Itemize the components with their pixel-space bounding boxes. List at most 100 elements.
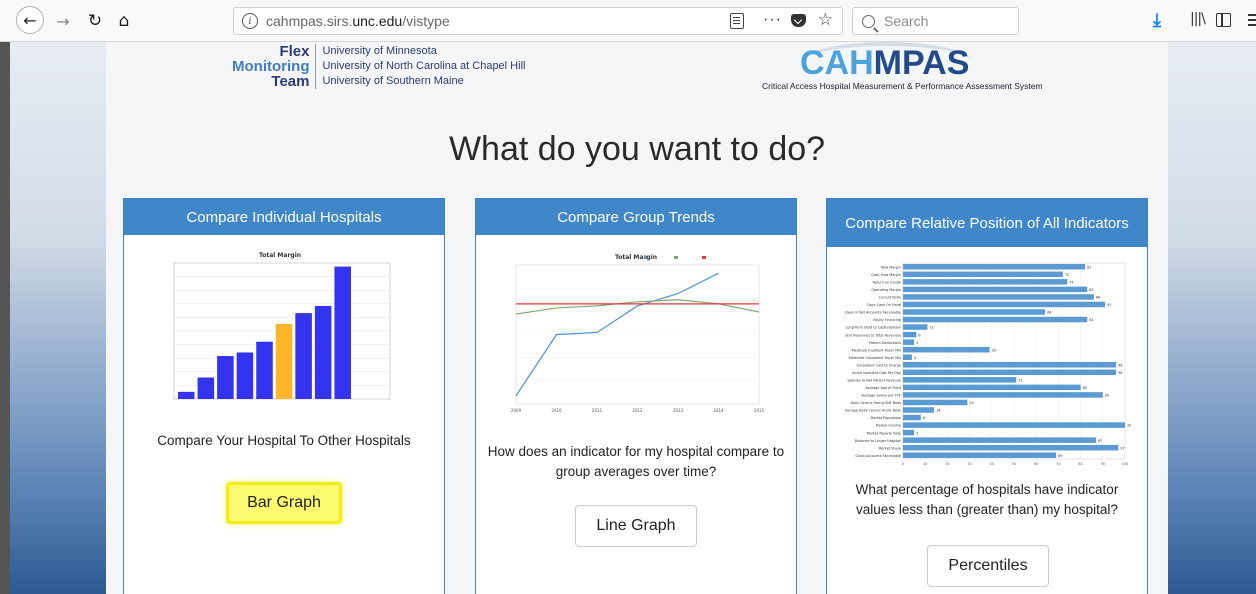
bar (903, 422, 1125, 428)
card-header: Compare Relative Position of All Indicat… (827, 199, 1147, 247)
legend-swatch (644, 256, 647, 259)
x-tick-label: 0 (902, 462, 904, 466)
category-label: Gross Accounts Receivable (855, 454, 901, 458)
bar (236, 352, 254, 399)
background-right (1168, 42, 1256, 594)
reader-view-icon[interactable] (730, 13, 744, 29)
bar-chart: Total Margin (173, 252, 391, 400)
url-bar[interactable]: i cahmpas.sirs.unc.edu/vistype ··· ☆ (233, 7, 843, 35)
data-label: 83 (1089, 318, 1093, 322)
bar-chart-thumbnail[interactable]: Total Margin (164, 249, 404, 417)
category-label: Average Salary per FTE (861, 394, 901, 398)
category-label: Market Income (876, 424, 901, 428)
reload-icon[interactable]: ↻ (84, 8, 106, 34)
data-label: 72 (1065, 273, 1069, 277)
hamburger-menu-icon[interactable] (1248, 14, 1256, 16)
category-label: Equity Financing (873, 318, 901, 322)
url-text[interactable]: cahmpas.sirs.unc.edu/vistype (266, 13, 450, 29)
chart-title: Total Margin (259, 252, 301, 259)
line-chart: Total Margin 2009 2010 2011 2012 2013 2014 2015 (511, 254, 765, 413)
bar (903, 452, 1057, 458)
bar (903, 346, 990, 353)
category-label: Market Poverty Rate (867, 431, 901, 435)
data-label: 96 (1118, 363, 1122, 367)
x-tick-label: 10 (923, 462, 927, 466)
x-tick-label: 60 (1034, 462, 1038, 466)
data-label: 83 (1089, 288, 1093, 292)
category-label: Average Age of Plant (865, 386, 901, 390)
x-tick-label: 40 (990, 462, 994, 466)
bar (217, 356, 234, 399)
category-label: Cash Flow Margin (871, 273, 901, 277)
bookmark-star-icon[interactable]: ☆ (818, 10, 833, 30)
home-icon[interactable]: ⌂ (113, 8, 135, 34)
category-label: Salaries to Net Patient Revenue (847, 379, 901, 383)
search-placeholder[interactable]: Search (884, 13, 928, 29)
category-label: Average Daily Census Acute Beds (845, 409, 901, 413)
bar (197, 377, 215, 399)
x-tick-label: 2015 (754, 408, 765, 413)
library-icon[interactable]: |||\ (1190, 11, 1206, 27)
bar (903, 309, 1046, 315)
cahmpas-logo[interactable]: CAHMPAS Critical Access Hospital Measure… (762, 42, 1062, 94)
logo-word-team: Team (271, 73, 310, 90)
bar (295, 313, 312, 399)
percentile-chart-thumbnail[interactable]: Total Margin 82 Cash Flow Margin 72 Return o… (840, 261, 1133, 475)
category-label: Patient Deductions (869, 341, 901, 345)
data-label: 5 (916, 341, 918, 345)
university-minnesota: University of Minnesota (322, 45, 437, 57)
bar (314, 305, 332, 399)
data-label: 100 (1127, 424, 1131, 428)
bar (178, 391, 195, 399)
card-description: What percentage of hospitals have indica… (855, 482, 1119, 517)
line-graph-button[interactable]: Line Graph (575, 505, 697, 547)
card-compare-relative-position: Compare Relative Position of All Indicat… (826, 198, 1148, 594)
search-icon (862, 14, 875, 28)
line-chart-thumbnail[interactable]: Total Margin 2009 2010 2011 2012 2013 2014 2015 (504, 249, 769, 429)
x-tick-label: 20 (945, 462, 949, 466)
data-label: 86 (1096, 296, 1100, 300)
x-tick-label: 2011 (592, 408, 603, 413)
info-icon[interactable]: i (242, 13, 258, 29)
sidebar-icon[interactable] (1216, 13, 1231, 27)
logo-word-flex: Flex (279, 43, 310, 60)
data-label: 51 (1018, 379, 1022, 383)
bar (903, 271, 1063, 278)
x-tick-label: 2013 (673, 408, 684, 413)
cahmpas-wordmark: CAHMPAS (800, 44, 970, 82)
data-label: 64 (1047, 311, 1051, 315)
bar (903, 294, 1094, 300)
bar (903, 279, 1068, 285)
x-tick-label: 70 (1056, 462, 1060, 466)
bar (903, 399, 968, 406)
data-label: 80 (1083, 386, 1087, 390)
category-label: Medicare Outpatient Payer Mix (849, 356, 901, 360)
back-arrow-icon[interactable]: ← (16, 6, 44, 34)
data-label: 39 (992, 348, 996, 352)
university-unc: University of North Carolina at Chapel H… (322, 60, 526, 72)
category-label: Medicare Inpatient Payer Mix (852, 348, 901, 352)
x-tick-label: 2009 (511, 408, 522, 413)
web-page: Flex Monitoring Team University of Minne… (0, 42, 1256, 594)
search-bar[interactable]: Search (852, 7, 1019, 35)
data-label: 8 (923, 416, 925, 420)
bar (903, 316, 1088, 323)
page-actions-icon[interactable]: ··· (763, 11, 782, 29)
bar (903, 437, 1097, 443)
percentiles-button[interactable]: Percentiles (927, 545, 1049, 587)
background-left (10, 42, 106, 594)
legend-swatch (702, 256, 706, 259)
forward-arrow-icon[interactable]: → (52, 8, 74, 34)
card-header: Compare Individual Hospitals (124, 199, 444, 235)
bar-graph-button[interactable]: Bar Graph (226, 482, 342, 524)
pocket-icon[interactable] (791, 14, 806, 27)
page-title: What do you want to do? (448, 130, 826, 168)
data-label: 11 (929, 326, 933, 330)
download-icon[interactable]: ⤓ (1153, 10, 1161, 31)
bar (903, 444, 1119, 451)
flex-monitoring-team-logo[interactable]: Flex Monitoring Team University of Minne… (232, 44, 525, 89)
bar (903, 377, 1017, 383)
bar (903, 286, 1088, 293)
bar (903, 331, 917, 338)
bar (903, 362, 1117, 368)
